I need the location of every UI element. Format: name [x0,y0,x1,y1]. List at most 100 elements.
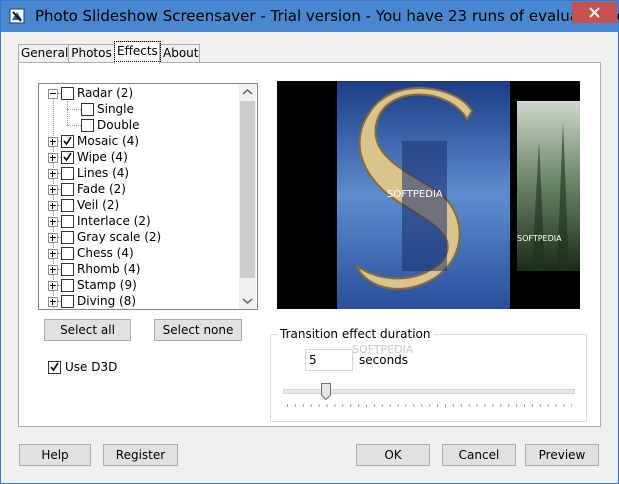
slider-tick [492,404,494,407]
close-button[interactable] [572,2,617,23]
tree-item-label: Lines (4) [77,166,130,180]
expand-icon[interactable] [48,233,58,243]
tab-label: General [21,46,69,60]
duration-input[interactable]: 5 [305,349,353,371]
slider-tick [421,404,423,407]
tree-item[interactable]: Radar (2) [39,85,237,101]
slider-tick [429,404,431,407]
tree-item-checkbox[interactable] [61,87,74,100]
tree-item[interactable]: Diving (8) [39,293,237,309]
preview-side-text: SOFTPEDIA [517,234,562,243]
slider-tick [524,404,525,407]
tab-general[interactable]: General [18,44,69,63]
slider-tick [294,404,296,407]
effect-preview: SOFTPEDIA SOFTPEDIA [277,81,580,309]
expand-icon[interactable] [48,201,58,211]
tree-item-checkbox[interactable] [61,167,74,180]
tab-about[interactable]: About [160,44,200,63]
expand-icon[interactable] [48,265,58,275]
window-title: Photo Slideshow Screensaver - Trial vers… [35,7,619,25]
tree-item[interactable]: Mosaic (4) [39,133,237,149]
select-all-button[interactable]: Select all [44,319,131,341]
preview-watermark: SOFTPEDIA [387,189,443,200]
expand-icon[interactable] [48,169,58,179]
use-d3d-box[interactable] [48,361,61,374]
tree-item[interactable]: Single [39,101,237,117]
tree-item-checkbox[interactable] [81,119,94,132]
tree-item[interactable]: Chess (4) [39,245,237,261]
tree-item[interactable]: Stamp (9) [39,277,237,293]
tree-item-checkbox[interactable] [81,103,94,116]
tree-item-label: Radar (2) [77,86,134,100]
checkmark-icon [50,362,59,372]
tree-item-label: Mosaic (4) [77,134,140,148]
tree-item-checkbox[interactable] [61,151,74,164]
tree-item-checkbox[interactable] [61,231,74,244]
tree-item-label: Diving (8) [77,294,137,308]
tree-item-checkbox[interactable] [61,247,74,260]
slider-tick [555,404,557,407]
duration-group [270,334,587,422]
slider-tick [397,404,399,407]
slider-tick [468,404,470,407]
tree-item[interactable]: Double [39,117,237,133]
tree-item-checkbox[interactable] [61,183,74,196]
tree-item-checkbox[interactable] [61,295,74,308]
tree-item-checkbox[interactable] [61,279,74,292]
tree-item-label: Stamp (9) [77,278,137,292]
slider-tick [413,404,415,407]
collapse-icon[interactable] [48,89,58,99]
duration-unit-label: seconds [359,353,409,367]
slider-thumb-icon[interactable] [320,383,331,400]
scroll-down-icon[interactable] [239,292,256,309]
expand-icon[interactable] [48,153,58,163]
duration-group-title: Transition effect duration [277,327,434,341]
slider-tick [342,404,344,407]
tree-item-checkbox[interactable] [61,215,74,228]
scrollbar-thumb[interactable] [240,101,255,278]
slider-ticks [287,404,572,407]
tree-item[interactable]: Rhomb (4) [39,261,237,277]
close-icon [589,7,600,18]
expand-icon[interactable] [48,297,58,307]
slider-tick [350,404,352,407]
tree-item-label: Interlace (2) [77,214,151,228]
tree-item[interactable]: Gray scale (2) [39,229,237,245]
help-button[interactable]: Help [19,444,91,466]
expand-icon[interactable] [48,137,58,147]
checkmark-icon [63,136,72,146]
slider-tick [571,404,572,407]
slider-tick [437,404,439,407]
cancel-button[interactable]: Cancel [442,444,516,466]
slider-tick [500,404,502,407]
tree-item-checkbox[interactable] [61,199,74,212]
slider-tick [287,404,288,407]
slider-tick [334,404,336,407]
tab-effects[interactable]: Effects [114,41,161,64]
expand-icon[interactable] [48,185,58,195]
expand-icon[interactable] [48,249,58,259]
tree-item-checkbox[interactable] [61,135,74,148]
tree-item[interactable]: Wipe (4) [39,149,237,165]
ok-button[interactable]: OK [356,444,430,466]
tree-item-checkbox[interactable] [61,263,74,276]
scroll-up-icon[interactable] [239,84,256,101]
expand-icon[interactable] [48,217,58,227]
slider-tick [445,404,446,407]
tree-item[interactable]: Interlace (2) [39,213,237,229]
register-button[interactable]: Register [103,444,178,466]
tab-photos[interactable]: Photos [68,44,115,63]
tree-item-label: Single [97,102,134,116]
tree-item[interactable]: Veil (2) [39,197,237,213]
effects-tree[interactable]: Radar (2) Single Double Mosaic (4) Wipe (4) L… [38,83,258,310]
expand-icon[interactable] [48,281,58,291]
select-none-button[interactable]: Select none [154,319,242,341]
slider-tick [326,404,328,407]
preview-button[interactable]: Preview [525,444,599,466]
tree-item[interactable]: Fade (2) [39,181,237,197]
tree-item-label: Fade (2) [77,182,126,196]
tree-scrollbar[interactable] [239,84,256,309]
tree-item[interactable]: Lines (4) [39,165,237,181]
slider-tick [539,404,541,407]
slider-tick [302,404,304,407]
